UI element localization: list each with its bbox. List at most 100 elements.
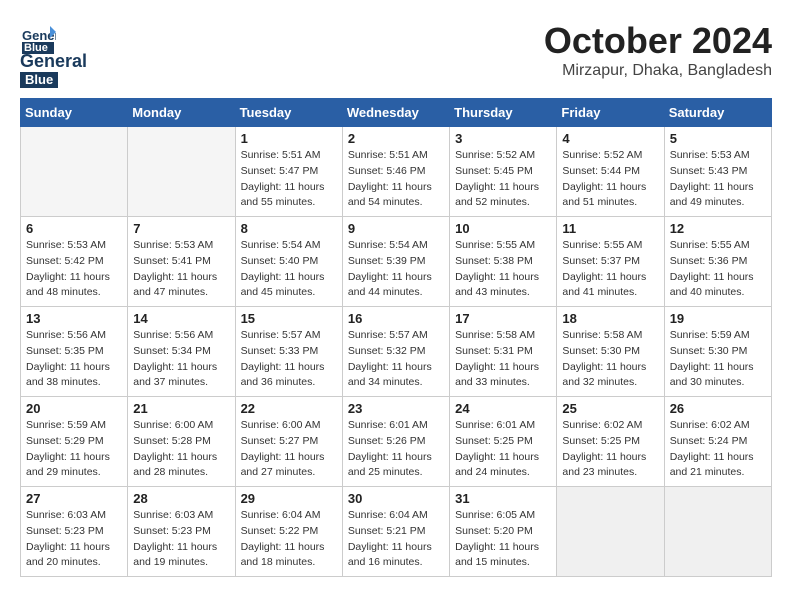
calendar-cell: 7Sunrise: 5:53 AM Sunset: 5:41 PM Daylig… [128,217,235,307]
calendar-cell: 1Sunrise: 5:51 AM Sunset: 5:47 PM Daylig… [235,127,342,217]
day-number: 5 [670,131,766,146]
day-number: 4 [562,131,658,146]
calendar-cell: 21 Sunrise: 6:00 AM Sunset: 5:28 PM Dayli… [128,397,235,487]
day-info: Sunrise: 6:05 AM Sunset: 5:20 PM Dayligh… [455,508,551,571]
calendar-cell: 23 Sunrise: 6:01 AM Sunset: 5:26 PM Dayli… [342,397,449,487]
day-info: Sunrise: 6:00 AM Sunset: 5:27 PM Dayligh… [241,418,337,481]
calendar-cell: 10 Sunrise: 5:55 AM Sunset: 5:38 PM Dayli… [450,217,557,307]
calendar-cell: 25Sunrise: 6:02 AM Sunset: 5:25 PM Dayli… [557,397,664,487]
day-info: Sunrise: 5:56 AM Sunset: 5:34 PM Dayligh… [133,328,229,391]
calendar-cell: 17 Sunrise: 5:58 AM Sunset: 5:31 PM Dayli… [450,307,557,397]
location: Mirzapur, Dhaka, Bangladesh [544,62,772,80]
day-number: 14 [133,311,229,326]
day-info: Sunrise: 6:03 AM Sunset: 5:23 PM Dayligh… [133,508,229,571]
week-row-1: 1Sunrise: 5:51 AM Sunset: 5:47 PM Daylig… [21,127,772,217]
calendar-cell: 31 Sunrise: 6:05 AM Sunset: 5:20 PM Dayli… [450,487,557,577]
calendar-cell: 12 Sunrise: 5:55 AM Sunset: 5:36 PM Dayli… [664,217,771,307]
calendar-cell [557,487,664,577]
week-row-4: 20 Sunrise: 5:59 AM Sunset: 5:29 PM Dayli… [21,397,772,487]
calendar-cell: 24Sunrise: 6:01 AM Sunset: 5:25 PM Dayli… [450,397,557,487]
day-number: 26 [670,401,766,416]
calendar-cell: 14 Sunrise: 5:56 AM Sunset: 5:34 PM Dayli… [128,307,235,397]
calendar-cell: 6 Sunrise: 5:53 AM Sunset: 5:42 PM Daylig… [21,217,128,307]
day-info: Sunrise: 5:56 AM Sunset: 5:35 PM Dayligh… [26,328,122,391]
calendar-cell: 16 Sunrise: 5:57 AM Sunset: 5:32 PM Dayli… [342,307,449,397]
header-row: SundayMondayTuesdayWednesdayThursdayFrid… [21,99,772,127]
calendar-cell: 20 Sunrise: 5:59 AM Sunset: 5:29 PM Dayli… [21,397,128,487]
calendar-cell: 18 Sunrise: 5:58 AM Sunset: 5:30 PM Dayli… [557,307,664,397]
day-number: 6 [26,221,122,236]
day-info: Sunrise: 5:57 AM Sunset: 5:33 PM Dayligh… [241,328,337,391]
day-number: 22 [241,401,337,416]
calendar-cell [664,487,771,577]
calendar-cell: 9 Sunrise: 5:54 AM Sunset: 5:39 PM Daylig… [342,217,449,307]
page-header: General Blue General Blue October 2024 M… [20,20,772,88]
day-info: Sunrise: 5:59 AM Sunset: 5:30 PM Dayligh… [670,328,766,391]
calendar-cell: 15 Sunrise: 5:57 AM Sunset: 5:33 PM Dayli… [235,307,342,397]
day-number: 20 [26,401,122,416]
day-info: Sunrise: 6:00 AM Sunset: 5:28 PM Dayligh… [133,418,229,481]
day-info: Sunrise: 6:01 AM Sunset: 5:25 PM Dayligh… [455,418,551,481]
day-info: Sunrise: 6:04 AM Sunset: 5:22 PM Dayligh… [241,508,337,571]
week-row-2: 6 Sunrise: 5:53 AM Sunset: 5:42 PM Daylig… [21,217,772,307]
day-info: Sunrise: 6:03 AM Sunset: 5:23 PM Dayligh… [26,508,122,571]
day-number: 17 [455,311,551,326]
day-info: Sunrise: 5:52 AM Sunset: 5:45 PM Dayligh… [455,148,551,211]
day-number: 2 [348,131,444,146]
day-number: 23 [348,401,444,416]
calendar-cell: 28 Sunrise: 6:03 AM Sunset: 5:23 PM Dayli… [128,487,235,577]
week-row-5: 27 Sunrise: 6:03 AM Sunset: 5:23 PM Dayli… [21,487,772,577]
week-row-3: 13Sunrise: 5:56 AM Sunset: 5:35 PM Dayli… [21,307,772,397]
day-number: 21 [133,401,229,416]
day-info: Sunrise: 5:55 AM Sunset: 5:37 PM Dayligh… [562,238,658,301]
day-info: Sunrise: 5:51 AM Sunset: 5:46 PM Dayligh… [348,148,444,211]
col-header-tuesday: Tuesday [235,99,342,127]
logo-blue: Blue [20,72,58,88]
day-info: Sunrise: 6:02 AM Sunset: 5:25 PM Dayligh… [562,418,658,481]
title-section: October 2024 Mirzapur, Dhaka, Bangladesh [544,20,772,80]
day-info: Sunrise: 5:58 AM Sunset: 5:30 PM Dayligh… [562,328,658,391]
day-number: 31 [455,491,551,506]
col-header-friday: Friday [557,99,664,127]
day-number: 29 [241,491,337,506]
day-info: Sunrise: 5:59 AM Sunset: 5:29 PM Dayligh… [26,418,122,481]
day-info: Sunrise: 5:53 AM Sunset: 5:43 PM Dayligh… [670,148,766,211]
day-number: 9 [348,221,444,236]
calendar-cell: 13Sunrise: 5:56 AM Sunset: 5:35 PM Dayli… [21,307,128,397]
calendar-cell [128,127,235,217]
day-info: Sunrise: 5:57 AM Sunset: 5:32 PM Dayligh… [348,328,444,391]
logo-general: General [20,52,87,72]
calendar-cell: 3Sunrise: 5:52 AM Sunset: 5:45 PM Daylig… [450,127,557,217]
day-info: Sunrise: 6:04 AM Sunset: 5:21 PM Dayligh… [348,508,444,571]
day-number: 10 [455,221,551,236]
calendar-cell: 5 Sunrise: 5:53 AM Sunset: 5:43 PM Daylig… [664,127,771,217]
calendar-cell: 30Sunrise: 6:04 AM Sunset: 5:21 PM Dayli… [342,487,449,577]
calendar-cell: 27 Sunrise: 6:03 AM Sunset: 5:23 PM Dayli… [21,487,128,577]
day-number: 15 [241,311,337,326]
calendar-cell [21,127,128,217]
day-info: Sunrise: 5:55 AM Sunset: 5:38 PM Dayligh… [455,238,551,301]
day-info: Sunrise: 5:53 AM Sunset: 5:41 PM Dayligh… [133,238,229,301]
day-number: 27 [26,491,122,506]
day-number: 19 [670,311,766,326]
calendar-cell: 29 Sunrise: 6:04 AM Sunset: 5:22 PM Dayli… [235,487,342,577]
day-number: 28 [133,491,229,506]
month-title: October 2024 [544,20,772,62]
calendar-cell: 26Sunrise: 6:02 AM Sunset: 5:24 PM Dayli… [664,397,771,487]
day-info: Sunrise: 5:54 AM Sunset: 5:40 PM Dayligh… [241,238,337,301]
day-info: Sunrise: 6:01 AM Sunset: 5:26 PM Dayligh… [348,418,444,481]
day-number: 12 [670,221,766,236]
col-header-monday: Monday [128,99,235,127]
col-header-wednesday: Wednesday [342,99,449,127]
day-number: 1 [241,131,337,146]
col-header-saturday: Saturday [664,99,771,127]
day-info: Sunrise: 5:55 AM Sunset: 5:36 PM Dayligh… [670,238,766,301]
day-number: 11 [562,221,658,236]
day-number: 18 [562,311,658,326]
day-info: Sunrise: 5:58 AM Sunset: 5:31 PM Dayligh… [455,328,551,391]
day-number: 16 [348,311,444,326]
calendar-cell: 8Sunrise: 5:54 AM Sunset: 5:40 PM Daylig… [235,217,342,307]
day-info: Sunrise: 5:54 AM Sunset: 5:39 PM Dayligh… [348,238,444,301]
calendar-table: SundayMondayTuesdayWednesdayThursdayFrid… [20,98,772,577]
day-info: Sunrise: 5:53 AM Sunset: 5:42 PM Dayligh… [26,238,122,301]
